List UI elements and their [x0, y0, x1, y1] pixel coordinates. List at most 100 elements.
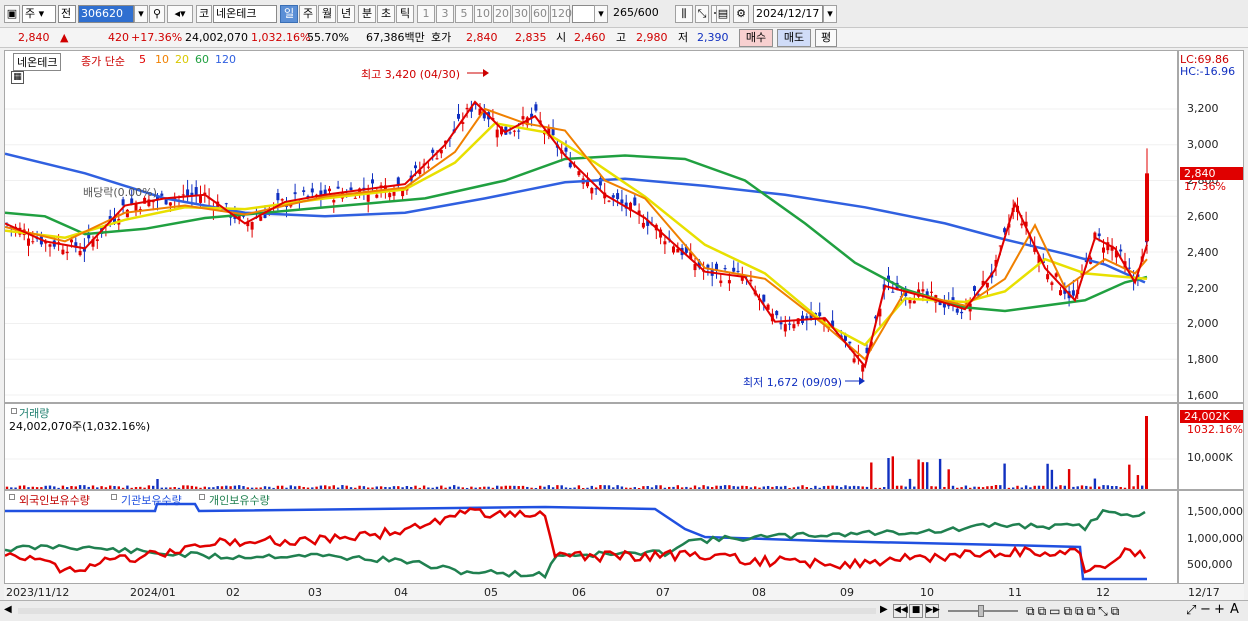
stock-tag[interactable]: 네온테크 — [13, 53, 62, 71]
ma20-label[interactable]: 20 — [175, 53, 189, 66]
volume-pane[interactable]: 거래량 24,002,070주(1,032.16%) — [4, 403, 1178, 490]
minus-icon[interactable]: − — [1200, 602, 1211, 617]
volume-bar — [530, 487, 533, 489]
scroll-left-icon[interactable]: ◀ — [4, 604, 16, 618]
volume-bar — [857, 486, 860, 489]
avg-button[interactable]: 평 — [815, 29, 837, 47]
code-dropdown-icon[interactable]: ▾ — [134, 5, 148, 23]
volume-bar — [594, 487, 598, 489]
inst-holding-legend[interactable]: 기관보유수량 — [121, 492, 182, 508]
layout-icons[interactable]: ⧉⧉▭⧉⧉⧉⤡⧉ — [1026, 604, 1122, 619]
minute-20-button[interactable]: 20 — [493, 5, 511, 23]
minute-3-button[interactable]: 3 — [436, 5, 454, 23]
plus-icon[interactable]: + — [1214, 602, 1225, 617]
volume-bar — [698, 487, 701, 489]
volume-pane-handle-icon[interactable] — [11, 408, 17, 414]
ma60-label[interactable]: 60 — [195, 53, 209, 66]
period-week-button[interactable]: 주 — [299, 5, 317, 23]
candle-body — [1059, 290, 1062, 296]
chart-type-icon[interactable]: ⤡ — [695, 5, 709, 23]
speaker-icon[interactable]: ◂▾ — [167, 5, 193, 23]
sell-button[interactable]: 매도 — [777, 29, 811, 47]
date-input[interactable]: 2024/12/17 — [753, 5, 823, 23]
last-candle-body — [1145, 173, 1149, 242]
volume-bar — [66, 487, 69, 489]
period-second-button[interactable]: 초 — [377, 5, 395, 23]
foreign-holding-legend[interactable]: 외국인보유수량 — [19, 492, 90, 508]
market-value: 주 — [25, 7, 36, 20]
volume-bar — [143, 487, 146, 489]
zoom-slider-handle[interactable] — [978, 605, 984, 617]
inst-legend-handle-icon[interactable] — [111, 494, 117, 500]
prev-toggle[interactable]: 전 — [58, 5, 76, 23]
ma120-label[interactable]: 120 — [215, 53, 236, 66]
candle-body — [921, 289, 925, 292]
holdings-pane[interactable]: 외국인보유수량 기관보유수량 개인보유수량 — [4, 490, 1178, 584]
candle-body — [749, 279, 753, 282]
stop-icon[interactable]: ■ — [909, 604, 923, 618]
candle-body — [276, 193, 280, 201]
holdings-pane-handle-icon[interactable] — [9, 494, 15, 500]
period-year-button[interactable]: 년 — [337, 5, 355, 23]
minute-1-button[interactable]: 1 — [417, 5, 435, 23]
volume-bar — [388, 487, 391, 489]
volume-bar — [311, 487, 314, 489]
period-month-button[interactable]: 월 — [318, 5, 336, 23]
code-input[interactable]: 306620 — [78, 5, 134, 23]
indiv-holding-legend[interactable]: 개인보유수량 — [209, 492, 270, 508]
volume-bar — [164, 487, 168, 489]
volume-bar — [797, 486, 800, 489]
period-day-button[interactable]: 일 — [280, 5, 298, 23]
font-size-icon[interactable]: A — [1230, 602, 1239, 617]
zoom-out-icon[interactable]: ⤢ — [1186, 603, 1196, 618]
volume-bar — [788, 487, 791, 489]
candle-type-icon[interactable]: ⫼ — [675, 5, 693, 23]
scrollbar-track[interactable] — [18, 608, 876, 614]
period-year-label: 년 — [340, 7, 352, 20]
fast-forward-icon[interactable]: ▶▶ — [925, 604, 940, 618]
interval-dropdown-icon[interactable]: ▾ — [594, 5, 608, 23]
high-value: 2,980 — [636, 31, 668, 44]
indiv-legend-handle-icon[interactable] — [199, 494, 205, 500]
table-icon[interactable]: ▦ — [11, 71, 24, 84]
volume-bar — [182, 485, 185, 489]
count-value: 265 — [613, 6, 634, 19]
volume-bar — [539, 485, 542, 489]
ma5-label[interactable]: 5 — [139, 53, 146, 66]
save-icon[interactable]: ▤ — [716, 5, 730, 23]
scroll-right-icon[interactable]: ▶ — [880, 604, 892, 618]
gear-icon[interactable]: ⚙ — [733, 5, 749, 23]
rewind-icon[interactable]: ◀◀ — [893, 604, 908, 618]
volume-bar — [61, 485, 65, 489]
ask2-value: 2,835 — [515, 31, 547, 44]
window-menu-icon[interactable]: ▣ — [4, 5, 20, 23]
volume-bar — [1024, 485, 1028, 489]
price-axis: LC:69.86 HC:-16.96 3,200 3,000 2,800 2,6… — [1178, 50, 1244, 403]
minute-10-button[interactable]: 10 — [474, 5, 492, 23]
price-chart-pane[interactable]: 네온테크 종가 단순 5 10 20 60 120 ▦ 최고 3,420 (04… — [4, 50, 1178, 403]
volume-bar — [491, 487, 495, 489]
candle-body — [495, 129, 499, 138]
minute-120-button[interactable]: 120 — [550, 5, 572, 23]
ma10-label[interactable]: 10 — [155, 53, 169, 66]
low-value: 2,390 — [697, 31, 729, 44]
count-display[interactable]: 265/600 — [611, 5, 669, 23]
volume-bar — [1007, 487, 1011, 489]
minute-60-button[interactable]: 60 — [531, 5, 549, 23]
minute-5-button[interactable]: 5 — [455, 5, 473, 23]
search-icon[interactable]: ⚲ — [149, 5, 165, 23]
minute-30-button[interactable]: 30 — [512, 5, 530, 23]
period-minute-button[interactable]: 분 — [358, 5, 376, 23]
stock-name-field[interactable]: 네온테크 — [213, 5, 277, 23]
volume-bar — [328, 486, 331, 489]
candle-body — [125, 209, 129, 218]
volume-bar — [478, 487, 482, 489]
market-select[interactable]: 주 ▾ — [22, 5, 56, 23]
volume-bar — [440, 485, 443, 489]
buy-button[interactable]: 매수 — [739, 29, 773, 47]
period-tick-button[interactable]: 틱 — [396, 5, 414, 23]
ma-label[interactable]: 종가 단순 — [81, 53, 125, 69]
market-prefix-label: 코 — [196, 5, 212, 23]
date-dropdown-icon[interactable]: ▾ — [823, 5, 837, 23]
volume-bar — [220, 486, 224, 489]
